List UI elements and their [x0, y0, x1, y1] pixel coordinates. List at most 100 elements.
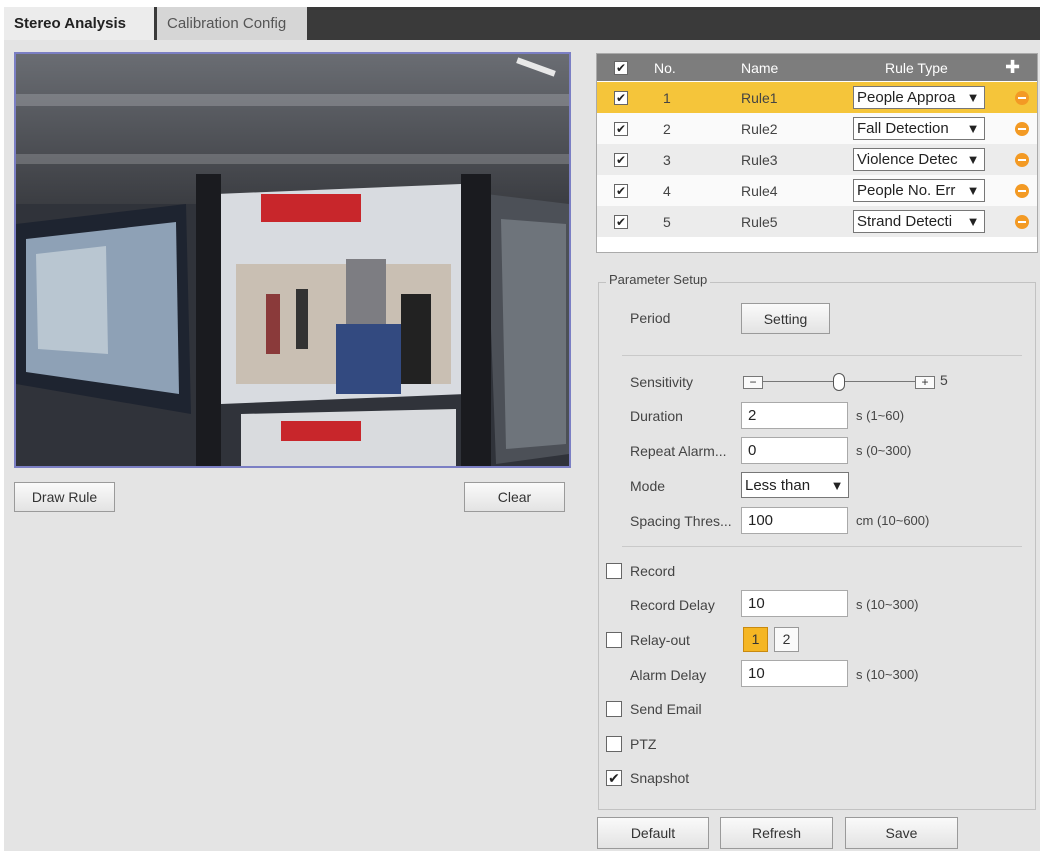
parameter-setup-legend: Parameter Setup	[606, 272, 711, 287]
camera-frame-image	[16, 54, 569, 466]
rule-name: Rule2	[741, 120, 778, 137]
rule-checkbox[interactable]: ✔	[614, 183, 628, 198]
duration-input[interactable]: 2	[741, 402, 848, 429]
rule-table-header: ✔ No. Name Rule Type ✚	[597, 54, 1037, 81]
relay-out-checkbox[interactable]	[606, 632, 622, 651]
tab-calibration-config[interactable]: Calibration Config	[157, 7, 307, 40]
delete-rule-icon[interactable]	[1015, 121, 1029, 136]
minus-icon[interactable]: −	[743, 376, 763, 389]
alarm-delay-label: Alarm Delay	[630, 667, 707, 683]
rule-type-value: People Approa	[857, 89, 956, 106]
chevron-down-icon: ▼	[964, 87, 982, 108]
spacing-threshold-label: Spacing Thres...	[630, 513, 732, 529]
rule-name: Rule5	[741, 213, 778, 230]
tab-stereo-analysis[interactable]: Stereo Analysis	[4, 7, 154, 40]
rule-type-select[interactable]: People No. Err ▼	[853, 179, 985, 202]
clear-button[interactable]: Clear	[464, 482, 565, 512]
duration-label: Duration	[630, 408, 683, 424]
rule-row[interactable]: ✔ 5 Rule5 Strand Detecti ▼	[597, 206, 1037, 237]
save-button[interactable]: Save	[845, 817, 958, 849]
delete-rule-icon[interactable]	[1015, 152, 1029, 167]
rule-table: ✔ No. Name Rule Type ✚ ✔ 1 Rule1 People …	[596, 53, 1038, 253]
header-name: Name	[741, 59, 779, 76]
slider-thumb[interactable]	[833, 373, 845, 391]
record-delay-input[interactable]: 10	[741, 590, 848, 617]
rule-name: Rule3	[741, 151, 778, 168]
rule-row[interactable]: ✔ 1 Rule1 People Approa ▼	[597, 82, 1037, 113]
rule-type-value: Violence Detec	[857, 151, 958, 168]
snapshot-checkbox[interactable]: ✔	[606, 770, 622, 786]
snapshot-checkbox-box[interactable]: ✔	[606, 770, 622, 786]
relay-out-label: Relay-out	[630, 632, 690, 648]
rule-checkbox[interactable]: ✔	[614, 214, 628, 229]
rule-type-value: People No. Err	[857, 182, 956, 199]
chevron-down-icon: ▼	[964, 118, 982, 139]
sensitivity-value: 5	[940, 372, 948, 388]
rule-row[interactable]: ✔ 3 Rule3 Violence Detec ▼	[597, 144, 1037, 175]
delete-rule-icon[interactable]	[1015, 183, 1029, 198]
duration-unit: s (1~60)	[856, 408, 905, 423]
rule-checkbox[interactable]: ✔	[614, 90, 628, 105]
sensitivity-slider[interactable]: − +	[743, 373, 938, 391]
header-rule-type: Rule Type	[885, 59, 948, 76]
rule-type-select[interactable]: People Approa ▼	[853, 86, 985, 109]
chevron-down-icon: ▼	[964, 149, 982, 170]
rule-row[interactable]: ✔ 2 Rule2 Fall Detection ▼	[597, 113, 1037, 144]
chevron-down-icon: ▼	[964, 211, 982, 232]
period-setting-button[interactable]: Setting	[741, 303, 830, 334]
rule-type-value: Strand Detecti	[857, 213, 953, 230]
chevron-down-icon: ▼	[828, 473, 846, 497]
send-email-checkbox-box[interactable]	[606, 701, 622, 717]
rule-checkbox[interactable]: ✔	[614, 121, 628, 136]
ptz-checkbox-box[interactable]	[606, 736, 622, 752]
draw-rule-button[interactable]: Draw Rule	[14, 482, 115, 512]
rule-no: 1	[663, 89, 671, 106]
record-delay-unit: s (10~300)	[856, 597, 919, 612]
plus-icon[interactable]: +	[915, 376, 935, 389]
rule-type-value: Fall Detection	[857, 120, 949, 137]
header-select-all-checkbox[interactable]: ✔	[614, 54, 628, 81]
ptz-checkbox[interactable]	[606, 736, 622, 755]
refresh-button[interactable]: Refresh	[720, 817, 833, 849]
record-label: Record	[630, 563, 676, 579]
rule-name: Rule1	[741, 89, 778, 106]
spacing-threshold-input[interactable]: 100	[741, 507, 848, 534]
header-checkbox-box[interactable]: ✔	[614, 60, 628, 75]
record-delay-label: Record Delay	[630, 597, 715, 613]
rule-no: 4	[663, 182, 671, 199]
divider	[622, 355, 1022, 356]
default-button[interactable]: Default	[597, 817, 709, 849]
rule-row[interactable]: ✔ 4 Rule4 People No. Err ▼	[597, 175, 1037, 206]
send-email-checkbox[interactable]	[606, 701, 622, 720]
add-rule-icon[interactable]: ✚	[1005, 54, 1020, 81]
delete-rule-icon[interactable]	[1015, 90, 1029, 105]
rule-no: 3	[663, 151, 671, 168]
mode-label: Mode	[630, 478, 666, 494]
delete-rule-icon[interactable]	[1015, 214, 1029, 229]
rule-checkbox[interactable]: ✔	[614, 152, 628, 167]
alarm-delay-input[interactable]: 10	[741, 660, 848, 687]
rule-no: 5	[663, 213, 671, 230]
sensitivity-label: Sensitivity	[630, 374, 694, 390]
spacing-threshold-unit: cm (10~600)	[856, 513, 930, 528]
rule-type-select[interactable]: Violence Detec ▼	[853, 148, 985, 171]
rule-type-select[interactable]: Strand Detecti ▼	[853, 210, 985, 233]
record-checkbox[interactable]	[606, 563, 622, 582]
relay-option-2[interactable]: 2	[774, 627, 799, 652]
tab-bar: Stereo Analysis Calibration Config	[4, 7, 1040, 40]
snapshot-label: Snapshot	[630, 770, 690, 786]
relay-out-checkbox-box[interactable]	[606, 632, 622, 648]
rule-name: Rule4	[741, 182, 778, 199]
mode-select[interactable]: Less than ▼	[741, 472, 849, 498]
divider	[622, 546, 1022, 547]
period-label: Period	[630, 310, 671, 326]
repeat-alarm-unit: s (0~300)	[856, 443, 912, 458]
send-email-label: Send Email	[630, 701, 702, 717]
header-no: No.	[654, 59, 676, 76]
video-preview[interactable]	[14, 52, 571, 468]
rule-type-select[interactable]: Fall Detection ▼	[853, 117, 985, 140]
record-checkbox-box[interactable]	[606, 563, 622, 579]
rule-no: 2	[663, 120, 671, 137]
relay-option-1[interactable]: 1	[743, 627, 768, 652]
repeat-alarm-input[interactable]: 0	[741, 437, 848, 464]
